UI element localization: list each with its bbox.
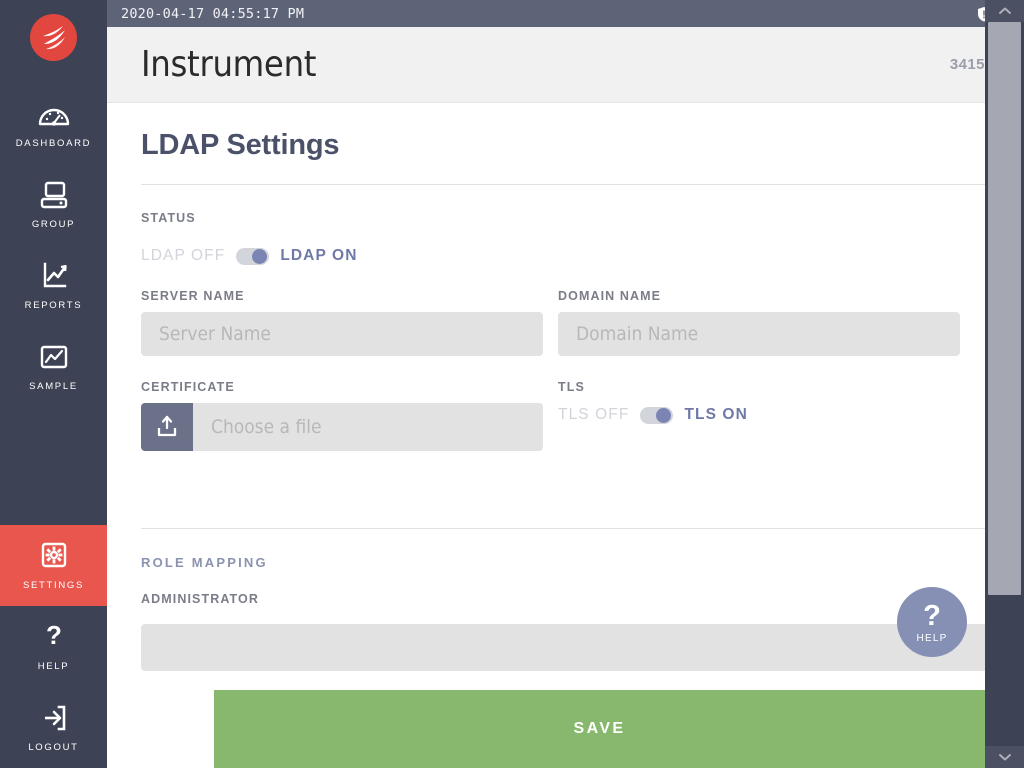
sidebar-item-group[interactable]: GROUP [0,164,107,245]
tls-label: TLS [558,380,585,394]
sidebar-item-label: REPORTS [24,299,83,311]
scroll-down-arrow-icon[interactable] [985,746,1024,768]
field-grid-row-2: CERTIFICATE Choose a file TLS TLS OFF TL… [141,380,990,451]
computer-icon [37,180,71,212]
field-grid-row-1: SERVER NAME DOMAIN NAME [141,289,990,356]
sidebar-item-label: LOGOUT [28,741,79,753]
question-mark-icon: ? [37,620,71,654]
sidebar-item-label: DASHBOARD [15,137,92,149]
sidebar-item-label: GROUP [31,218,76,230]
upload-icon[interactable] [141,403,193,451]
save-button-label: SAVE [573,720,626,737]
content-scroll-area: LDAP Settings STATUS LDAP OFF LDAP ON SE… [107,103,1024,768]
svg-text:?: ? [46,622,62,650]
help-floating-button[interactable]: ? HELP [897,587,967,657]
tls-toggle-switch[interactable] [640,406,674,424]
role-mapping-label: ROLE MAPPING [141,555,268,570]
page-title: LDAP Settings [141,129,340,161]
tls-toggle-row: TLS OFF TLS ON [558,406,960,424]
administrator-input[interactable] [141,624,990,671]
tls-block: TLS TLS OFF TLS ON [558,380,960,451]
domain-name-label: DOMAIN NAME [558,289,662,303]
vertical-scrollbar[interactable] [985,0,1024,768]
ldap-on-label: LDAP ON [280,247,358,264]
status-section-label: STATUS [141,211,196,225]
sidebar-item-sample[interactable]: SAMPLE [0,326,107,407]
certificate-block: CERTIFICATE Choose a file [141,380,543,451]
server-name-block: SERVER NAME [141,289,543,356]
page-title-instrument: Instrument [141,44,317,85]
toggle-knob [252,248,268,264]
clock-text: 2020-04-17 04:55:17 PM [121,5,305,22]
tls-off-label: TLS OFF [558,406,630,423]
file-input-row: Choose a file [141,403,543,451]
logo-container [0,0,107,75]
gauge-icon [37,99,71,131]
sidebar-item-dashboard[interactable]: DASHBOARD [0,83,107,164]
sidebar-item-settings[interactable]: SETTINGS [0,525,107,606]
ldap-toggle-switch[interactable] [236,247,270,265]
domain-name-block: DOMAIN NAME [558,289,960,356]
scrollbar-thumb[interactable] [988,22,1021,595]
app-header: Instrument 3415+ [107,27,1024,103]
sidebar-item-label: SETTINGS [22,579,85,591]
ldap-toggle-row: LDAP OFF LDAP ON [141,247,990,265]
toggle-knob [656,407,672,423]
sidebar-item-label: HELP [37,660,70,672]
exit-arrow-icon [37,703,71,735]
sidebar-item-logout[interactable]: LOGOUT [0,687,107,768]
sidebar-item-reports[interactable]: REPORTS [0,245,107,326]
choose-file-input[interactable]: Choose a file [193,403,543,451]
certificate-label: CERTIFICATE [141,380,235,394]
top-status-bar: 2020-04-17 04:55:17 PM [107,0,1024,27]
main-area: 2020-04-17 04:55:17 PM Instrument 3415+ … [107,0,1024,768]
divider-top [141,184,990,185]
chart-line-icon [37,261,71,293]
sidebar-item-label: SAMPLE [29,380,78,392]
sidebar: DASHBOARD GROUP REPORTS SAMPLE SETTINGS … [0,0,107,768]
server-name-input[interactable] [141,312,543,356]
administrator-block: ADMINISTRATOR [141,592,990,671]
sidebar-item-help[interactable]: ? HELP [0,606,107,687]
image-chart-icon [37,342,71,374]
save-button[interactable]: SAVE [214,690,985,768]
administrator-label: ADMINISTRATOR [141,592,259,606]
leaf-logo [30,14,77,61]
divider-role-mapping [141,528,990,529]
scroll-up-arrow-icon[interactable] [985,0,1024,22]
domain-name-input[interactable] [558,312,960,356]
help-fab-label: HELP [916,632,948,644]
gear-box-icon [37,541,71,573]
question-mark-icon: ? [923,600,941,633]
server-name-label: SERVER NAME [141,289,245,303]
ldap-off-label: LDAP OFF [141,247,226,264]
app-root: DASHBOARD GROUP REPORTS SAMPLE SETTINGS … [0,0,1024,768]
tls-on-label: TLS ON [684,406,748,423]
